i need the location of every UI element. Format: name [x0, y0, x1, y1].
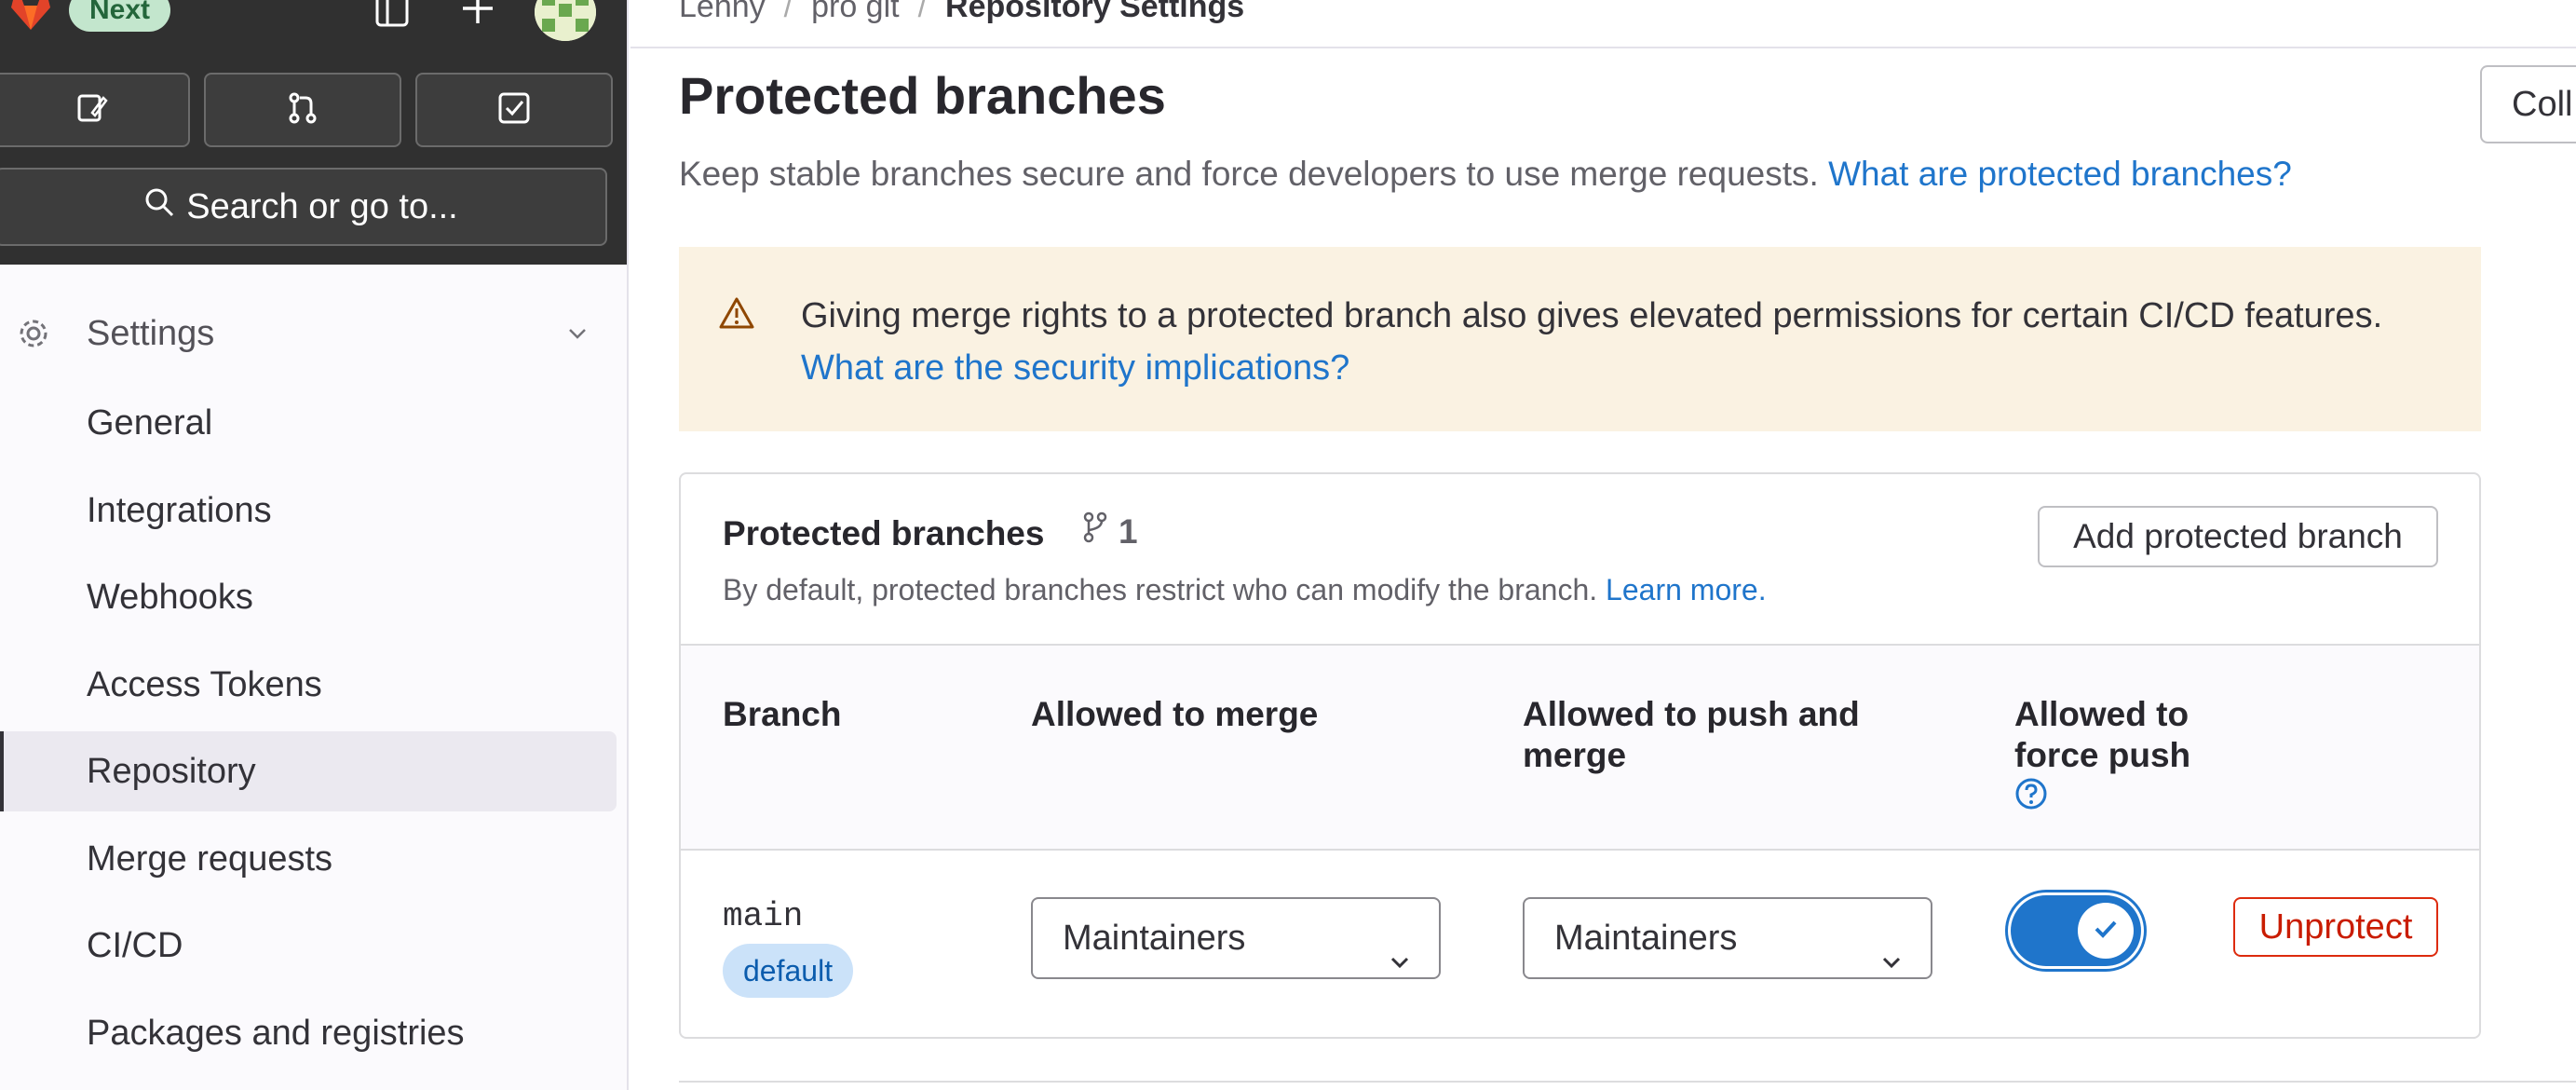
alert-text: Giving merge rights to a protected branc…	[801, 296, 2383, 335]
branch-count: 1	[1081, 511, 1138, 552]
warning-alert: Giving merge rights to a protected branc…	[679, 247, 2481, 431]
allowed-to-push-value: Maintainers	[1554, 919, 1738, 958]
merge-request-icon	[285, 90, 320, 130]
issues-icon	[74, 90, 109, 130]
card-title: Protected branches	[723, 514, 1045, 552]
search-icon	[143, 186, 175, 227]
toggle-knob	[2078, 903, 2134, 959]
sidebar-item-label: Packages and registries	[87, 1013, 465, 1053]
sidebar-item-label: General	[87, 402, 213, 443]
protected-branches-card: Protected branches 1 By default, protect…	[679, 472, 2481, 1039]
column-header-allowed-to-force-push: Allowed to force push	[2014, 694, 2201, 820]
column-header-branch: Branch	[723, 695, 842, 733]
force-push-toggle[interactable]	[2011, 895, 2141, 966]
branch-count-value: 1	[1119, 511, 1138, 551]
card-description: By default, protected branches restrict …	[723, 573, 1767, 607]
chevron-down-icon	[566, 324, 589, 347]
table-header: Branch Allowed to merge Allowed to push …	[681, 644, 2479, 851]
gear-icon	[17, 317, 50, 355]
table-row: main default Maintainers Maintainers Unp…	[681, 851, 2479, 1037]
branch-icon	[1081, 511, 1109, 552]
search-input[interactable]: Search or go to...	[0, 168, 607, 246]
sidebar-item-access-tokens[interactable]: Access Tokens	[0, 645, 617, 725]
sidebar-header: Next Search or go to...	[0, 0, 627, 265]
column-header-allowed-to-merge: Allowed to merge	[1031, 695, 1319, 733]
breadcrumb-separator: /	[917, 0, 928, 24]
sidebar-item-label: CI/CD	[87, 925, 183, 965]
card-description-text: By default, protected branches restrict …	[723, 573, 1598, 606]
sidebar-item-label: Webhooks	[87, 577, 253, 617]
page-title: Protected branches	[679, 66, 1166, 125]
column-header-force-push-label: Allowed to force push	[2014, 695, 2191, 774]
sidebar-item-label: Integrations	[87, 490, 272, 530]
merge-requests-button[interactable]	[204, 73, 401, 147]
main-content: Lenny / pro git / Repository Settings Pr…	[630, 0, 2576, 1090]
sidebar-item-repository[interactable]: Repository	[0, 731, 617, 811]
section-divider	[679, 1081, 2576, 1083]
allowed-to-push-select[interactable]: Maintainers	[1523, 897, 1932, 979]
header-divider	[630, 47, 2576, 48]
branch-name: main	[723, 897, 804, 935]
sidebar-item-merge-requests[interactable]: Merge requests	[0, 819, 617, 899]
sidebar-item-label: Repository	[87, 751, 256, 791]
allowed-to-merge-value: Maintainers	[1063, 919, 1246, 958]
next-badge[interactable]: Next	[69, 0, 171, 32]
gitlab-logo-icon[interactable]	[7, 0, 54, 32]
sidebar-item-label: Merge requests	[87, 838, 333, 879]
search-label: Search or go to...	[186, 186, 458, 226]
sidebar-toggle-icon[interactable]	[371, 0, 414, 30]
page-description: Keep stable branches secure and force de…	[679, 155, 2292, 194]
chevron-down-icon	[1387, 925, 1413, 1003]
sidebar-item-webhooks[interactable]: Webhooks	[0, 557, 617, 637]
protected-branches-help-link[interactable]: What are protected branches?	[1828, 155, 2292, 193]
todo-icon	[496, 90, 532, 130]
avatar[interactable]	[535, 0, 596, 41]
sidebar: Next Search or go to... Settings General…	[0, 0, 629, 1090]
allowed-to-merge-select[interactable]: Maintainers	[1031, 897, 1441, 979]
breadcrumb-item[interactable]: Lenny	[679, 0, 766, 25]
settings-label: Settings	[87, 313, 215, 353]
breadcrumb: Lenny / pro git / Repository Settings	[679, 0, 1244, 30]
sidebar-item-general[interactable]: General	[0, 383, 617, 463]
sidebar-item-label: Access Tokens	[87, 664, 322, 704]
default-badge: default	[723, 944, 854, 998]
issues-button[interactable]	[0, 73, 190, 147]
sidebar-item-integrations[interactable]: Integrations	[0, 470, 617, 551]
breadcrumb-current[interactable]: Repository Settings	[945, 0, 1244, 25]
settings-section-toggle[interactable]: Settings	[0, 298, 615, 369]
sidebar-item-packages-and-registries[interactable]: Packages and registries	[0, 993, 617, 1073]
help-question-icon[interactable]	[2014, 777, 2048, 820]
security-implications-link[interactable]: What are the security implications?	[801, 348, 1349, 388]
collapse-button[interactable]: Coll	[2480, 65, 2576, 143]
warning-icon	[718, 296, 755, 334]
add-protected-branch-button[interactable]: Add protected branch	[2038, 506, 2438, 567]
todos-button[interactable]	[415, 73, 613, 147]
sidebar-item-ci-cd[interactable]: CI/CD	[0, 906, 617, 986]
check-icon	[2089, 912, 2122, 950]
alert-message: Giving merge rights to a protected branc…	[801, 290, 2440, 394]
column-header-allowed-to-push: Allowed to push and merge	[1523, 695, 1860, 774]
unprotect-button[interactable]: Unprotect	[2233, 897, 2438, 957]
learn-more-link[interactable]: Learn more.	[1606, 573, 1767, 606]
plus-icon[interactable]	[456, 0, 499, 30]
breadcrumb-item[interactable]: pro git	[811, 0, 900, 25]
chevron-down-icon	[1878, 925, 1905, 1003]
page-description-text: Keep stable branches secure and force de…	[679, 155, 1819, 193]
breadcrumb-separator: /	[783, 0, 793, 24]
